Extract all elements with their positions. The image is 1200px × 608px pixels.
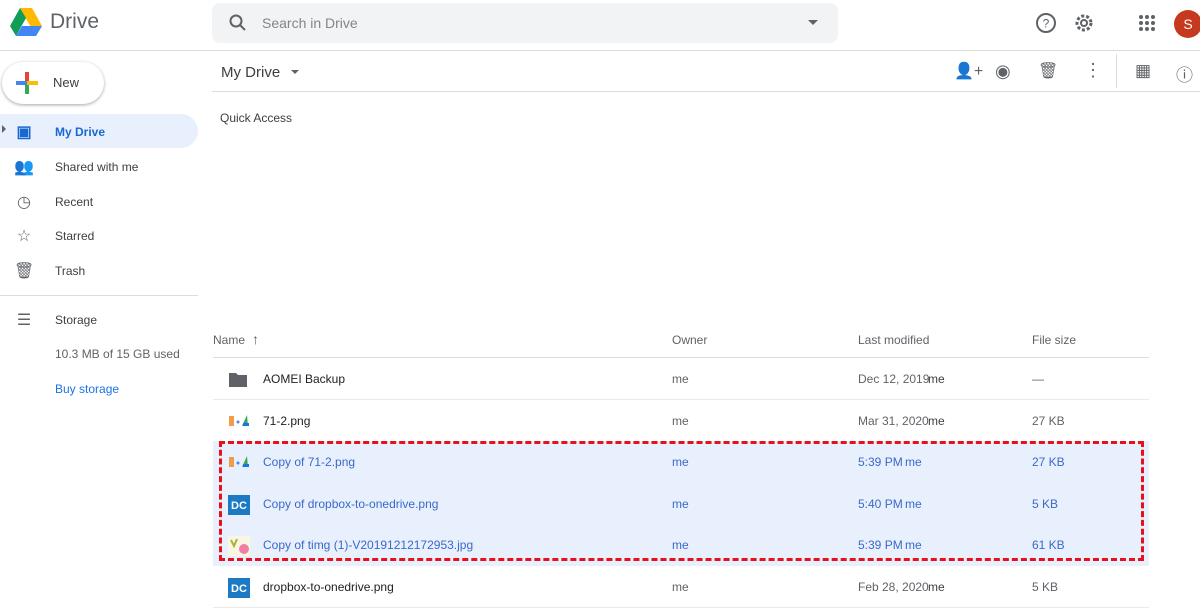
grid-view-icon[interactable]: ▦ (1135, 61, 1151, 81)
buy-storage-link[interactable]: Buy storage (55, 382, 119, 396)
sidebar-item-shared-with-me[interactable]: 👥 Shared with me (0, 149, 198, 183)
svg-text:?: ? (1043, 17, 1050, 31)
quick-access-heading: Quick Access (220, 111, 293, 125)
file-thumbnail-icon (228, 412, 249, 430)
column-header-file-size[interactable]: File size (1032, 333, 1076, 347)
people-icon: 👥 (14, 159, 34, 176)
plus-icon (14, 70, 40, 100)
sidebar-divider (0, 295, 198, 296)
preview-eye-icon[interactable]: ◉ (995, 61, 1011, 82)
file-name[interactable]: dropbox-to-onedrive.png (263, 580, 394, 594)
drive-logo[interactable]: Drive (10, 8, 99, 36)
sidebar-item-starred[interactable]: ☆ Starred (0, 218, 198, 252)
folder-icon (228, 370, 248, 388)
column-header-owner: Owner (672, 333, 708, 347)
sidebar-item-trash[interactable]: 🗑 Trash (0, 253, 198, 287)
selection-highlight-box (219, 441, 1144, 561)
svg-text:DC: DC (231, 583, 247, 595)
drive-icon: ▣ (16, 124, 32, 141)
sidebar-item-label: Starred (55, 229, 95, 243)
file-size: — (1032, 372, 1044, 386)
file-modified: Mar 31, 2020 (858, 413, 929, 428)
sidebar-item-label: Recent (55, 195, 94, 209)
trash-icon[interactable]: 🗑 (1038, 61, 1058, 81)
file-owner: me (672, 413, 689, 428)
settings-gear-icon[interactable] (1073, 12, 1095, 34)
file-size: 27 KB (1032, 413, 1065, 428)
new-button[interactable]: New (2, 62, 104, 104)
file-modified-by: me (928, 413, 945, 428)
file-name[interactable]: 71-2.png (263, 414, 310, 428)
search-input[interactable]: Search in Drive (212, 3, 838, 43)
file-modified-by: me (928, 579, 945, 594)
search-icon[interactable] (228, 13, 248, 33)
more-vert-icon[interactable]: ⋮ (1084, 60, 1102, 81)
top-bar: Drive Search in Drive ? S (0, 0, 1200, 51)
expand-arrow-icon[interactable] (2, 125, 10, 133)
file-owner: me (672, 372, 689, 386)
avatar[interactable]: S (1174, 10, 1200, 38)
file-name[interactable]: AOMEI Backup (263, 372, 345, 386)
help-icon[interactable]: ? (1035, 12, 1057, 34)
sidebar-item-label: Trash (55, 264, 86, 278)
sort-arrow-up-icon[interactable]: ↑ (252, 331, 259, 347)
share-person-add-icon[interactable]: 👤+ (954, 61, 983, 81)
info-icon[interactable]: ⓘ (1176, 61, 1193, 86)
search-options-icon[interactable] (808, 20, 818, 30)
column-header-last-modified[interactable]: Last modified (858, 333, 929, 347)
file-row[interactable]: 71-2.png me Mar 31, 2020 me 27 KB (213, 400, 1149, 442)
file-modified-by: me (928, 372, 945, 386)
page-title[interactable]: My Drive (221, 64, 280, 81)
clock-icon: ◷ (17, 194, 31, 211)
sidebar-item-label: My Drive (55, 125, 106, 139)
sidebar-item-my-drive[interactable]: ▣ My Drive (0, 114, 198, 148)
toolbar-divider (1116, 54, 1117, 88)
file-row[interactable]: AOMEI Backup me Dec 12, 2019 me — (213, 358, 1149, 400)
storage-used: 10.3 MB of 15 GB used (55, 347, 180, 361)
trash-icon: 🗑 (14, 263, 35, 280)
sidebar-item-storage[interactable]: ☰ Storage (0, 302, 198, 336)
column-header-name[interactable]: Name (213, 333, 245, 347)
new-button-label: New (53, 75, 80, 90)
file-size: 5 KB (1032, 579, 1059, 594)
drive-logo-icon (10, 8, 42, 36)
star-icon: ☆ (16, 228, 32, 245)
sidebar-item-label: Storage (55, 313, 98, 327)
app-name: Drive (50, 10, 100, 33)
sidebar-item-recent[interactable]: ◷ Recent (0, 184, 198, 218)
file-owner: me (672, 579, 689, 594)
file-modified: Feb 28, 2020 (858, 579, 929, 594)
chevron-down-icon[interactable] (291, 70, 299, 78)
storage-icon: ☰ (16, 312, 32, 329)
file-thumbnail-icon: DC (228, 577, 250, 598)
file-row[interactable]: DC dropbox-to-onedrive.png me Feb 28, 20… (213, 566, 1149, 608)
content-header: My Drive 👤+ ◉ 🗑 ⋮ ▦ ⓘ (212, 52, 1200, 92)
apps-grid-icon[interactable] (1136, 12, 1158, 34)
search-placeholder: Search in Drive (262, 15, 358, 31)
file-modified: Dec 12, 2019 (858, 372, 930, 386)
sidebar-item-label: Shared with me (55, 160, 139, 174)
